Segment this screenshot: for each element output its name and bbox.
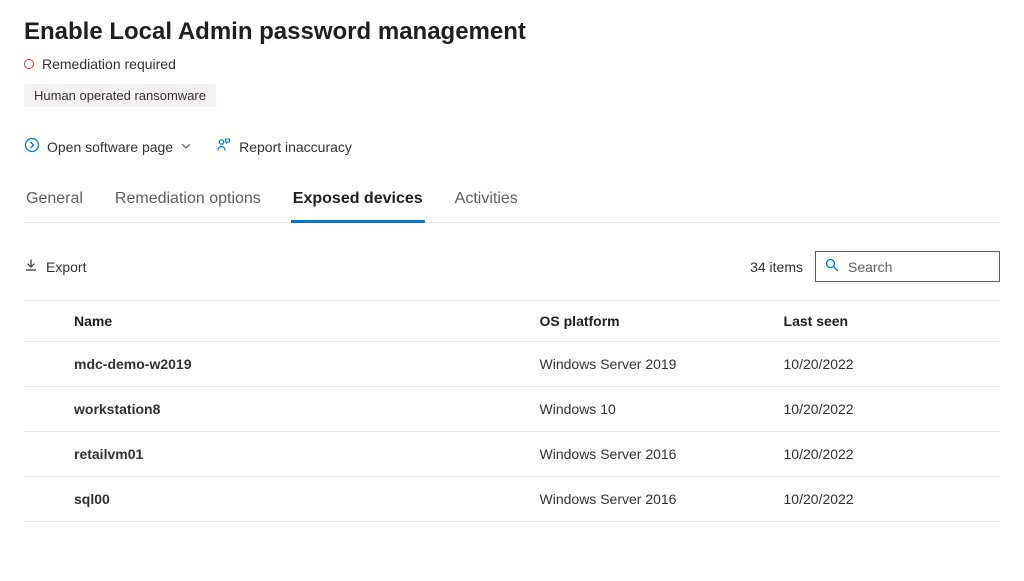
export-label: Export [46, 259, 86, 275]
download-icon [24, 258, 38, 275]
table-header-row: Name OS platform Last seen [24, 301, 1000, 342]
col-header-name[interactable]: Name [24, 301, 532, 342]
table-row[interactable]: retailvm01 Windows Server 2016 10/20/202… [24, 432, 1000, 477]
tab-general[interactable]: General [24, 190, 85, 223]
cell-os: Windows Server 2016 [532, 477, 776, 522]
cell-name: retailvm01 [24, 432, 532, 477]
cell-os: Windows 10 [532, 387, 776, 432]
table-row[interactable]: sql00 Windows Server 2016 10/20/2022 [24, 477, 1000, 522]
actions-row: Open software page Report inaccuracy [24, 137, 1000, 156]
cell-last-seen: 10/20/2022 [776, 432, 1000, 477]
open-software-page-button[interactable]: Open software page [24, 137, 192, 156]
table-row[interactable]: workstation8 Windows 10 10/20/2022 [24, 387, 1000, 432]
report-inaccuracy-button[interactable]: Report inaccuracy [216, 137, 352, 156]
tab-remediation-options[interactable]: Remediation options [113, 190, 263, 223]
devices-table: Name OS platform Last seen mdc-demo-w201… [24, 300, 1000, 522]
table-row[interactable]: mdc-demo-w2019 Windows Server 2019 10/20… [24, 342, 1000, 387]
col-header-last-seen[interactable]: Last seen [776, 301, 1000, 342]
tabs: General Remediation options Exposed devi… [24, 190, 1000, 223]
cell-name: sql00 [24, 477, 532, 522]
tab-exposed-devices[interactable]: Exposed devices [291, 190, 425, 223]
cell-last-seen: 10/20/2022 [776, 387, 1000, 432]
export-button[interactable]: Export [24, 258, 86, 275]
search-box[interactable] [815, 251, 1000, 282]
search-input[interactable] [848, 259, 991, 275]
cell-name: mdc-demo-w2019 [24, 342, 532, 387]
search-icon [824, 257, 840, 276]
item-count: 34 items [750, 259, 803, 275]
cell-name: workstation8 [24, 387, 532, 432]
report-inaccuracy-label: Report inaccuracy [239, 139, 352, 155]
status-circle-icon [24, 59, 34, 69]
col-header-os[interactable]: OS platform [532, 301, 776, 342]
status-row: Remediation required [24, 56, 1000, 72]
cell-os: Windows Server 2019 [532, 342, 776, 387]
chevron-down-icon [180, 139, 192, 155]
person-feedback-icon [216, 137, 232, 156]
page-title: Enable Local Admin password management [24, 18, 1000, 46]
table-toolbar: Export 34 items [24, 251, 1000, 282]
status-text: Remediation required [42, 56, 176, 72]
tab-activities[interactable]: Activities [453, 190, 520, 223]
threat-tag: Human operated ransomware [24, 84, 216, 107]
cell-last-seen: 10/20/2022 [776, 342, 1000, 387]
circle-chevron-right-icon [24, 137, 40, 156]
cell-last-seen: 10/20/2022 [776, 477, 1000, 522]
cell-os: Windows Server 2016 [532, 432, 776, 477]
open-software-page-label: Open software page [47, 139, 173, 155]
